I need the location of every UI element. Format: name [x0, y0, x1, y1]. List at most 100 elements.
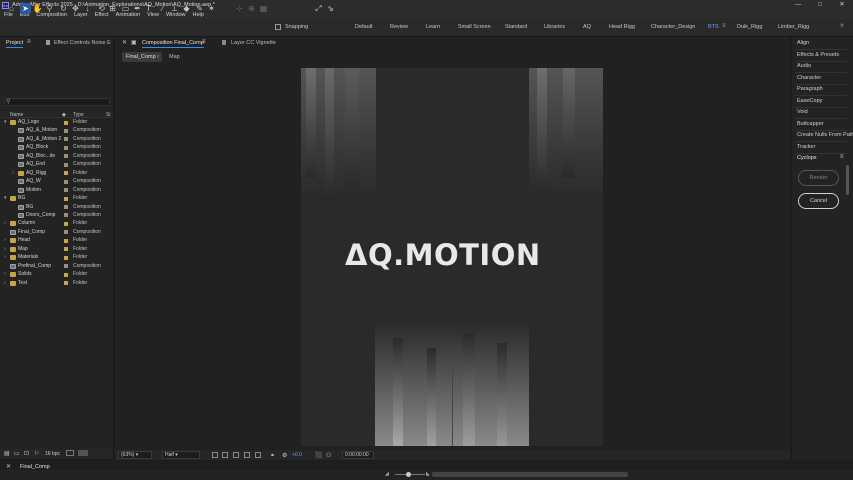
new-comp-icon[interactable]: ⊡: [24, 450, 29, 457]
selection-tool-icon[interactable]: ➤: [20, 3, 31, 14]
collapse-arrow-icon[interactable]: ▾: [4, 119, 7, 125]
panel-item-easecopy[interactable]: EaseCopy: [797, 98, 822, 104]
project-item[interactable]: BG Composition: [0, 204, 113, 212]
cancel-button[interactable]: Cancel: [798, 193, 839, 209]
project-item[interactable]: › Materials Folder: [0, 254, 113, 262]
close-icon[interactable]: ✕: [831, 0, 853, 10]
project-item[interactable]: › Map Folder: [0, 246, 113, 254]
view-axis-icon[interactable]: ▦: [258, 3, 269, 14]
mask-visibility-icon[interactable]: [233, 452, 239, 458]
column-type[interactable]: Type: [73, 112, 84, 118]
project-panel-menu-icon[interactable]: ≡: [27, 39, 31, 45]
world-axis-icon[interactable]: ⊕: [246, 3, 257, 14]
zoom-in-icon[interactable]: ◣: [426, 471, 430, 477]
zoom-out-icon[interactable]: ◢: [385, 471, 389, 477]
project-item[interactable]: ▾ AQ_Logo Folder: [0, 119, 113, 127]
expand-arrow-icon[interactable]: ›: [12, 170, 14, 176]
project-item[interactable]: › Column Folder: [0, 220, 113, 228]
panel-item-effects-presets[interactable]: Effects & Presets: [797, 52, 839, 58]
snapshot-camera-icon[interactable]: ⬛: [315, 452, 322, 459]
label-color-swatch[interactable]: [64, 255, 68, 260]
lock-icon[interactable]: [46, 40, 50, 45]
label-color-swatch[interactable]: [64, 281, 68, 286]
workspace-small-screen[interactable]: Small Screen: [458, 24, 491, 30]
brush-tool-icon[interactable]: ∕: [157, 3, 168, 14]
rotate-tool-icon[interactable]: ⟲: [96, 3, 107, 14]
panel-item-paragraph[interactable]: Paragraph: [797, 86, 823, 92]
label-color-swatch[interactable]: [64, 196, 68, 201]
column-name[interactable]: Name: [10, 112, 23, 118]
roto-brush-tool-icon[interactable]: ✎: [194, 3, 205, 14]
render-button[interactable]: Render: [798, 170, 839, 186]
minimize-icon[interactable]: —: [787, 0, 809, 10]
expand-arrow-icon[interactable]: ›: [4, 220, 6, 226]
timecode-display[interactable]: 0:00:00:00: [342, 451, 374, 459]
project-item[interactable]: AQ_End Composition: [0, 161, 113, 169]
magnification-select[interactable]: (63%) ▾: [118, 451, 152, 459]
label-color-swatch[interactable]: [64, 188, 68, 193]
workspace-menu-icon[interactable]: ≡: [722, 23, 726, 29]
local-axis-icon[interactable]: ⊹: [234, 3, 245, 14]
lock-layer-icon[interactable]: [222, 40, 226, 45]
delete-icon[interactable]: [78, 450, 88, 456]
project-item[interactable]: › Text Folder: [0, 280, 113, 288]
comp-flow-map[interactable]: Map: [169, 54, 180, 60]
panel-item-tracker[interactable]: Tracker: [797, 144, 815, 150]
column-size[interactable]: Si: [106, 112, 110, 118]
workspace-standard[interactable]: Standard: [505, 24, 527, 30]
comp-flow-final-comp[interactable]: Final_Comp: [122, 52, 162, 62]
workspace-libraries[interactable]: Libraries: [544, 24, 565, 30]
channel-icon[interactable]: [255, 452, 261, 458]
project-item[interactable]: › Head Folder: [0, 237, 113, 245]
label-color-swatch[interactable]: [64, 128, 68, 133]
label-color-swatch[interactable]: [64, 213, 68, 218]
maximize-icon[interactable]: □: [809, 0, 831, 10]
workspace-learn[interactable]: Learn: [426, 24, 440, 30]
expand-arrow-icon[interactable]: ›: [4, 237, 6, 243]
label-color-swatch[interactable]: [64, 272, 68, 277]
collapse-arrow-icon[interactable]: ▾: [4, 195, 7, 201]
close-tab-icon[interactable]: ✕: [122, 39, 127, 46]
workspace-default[interactable]: Default: [355, 24, 372, 30]
show-snapshot-icon[interactable]: ⚇: [326, 452, 331, 459]
eraser-tool-icon[interactable]: ◆: [181, 3, 192, 14]
pen-tool-icon[interactable]: ✒: [132, 3, 143, 14]
zoom-tool-icon[interactable]: ⚲: [44, 3, 55, 14]
panel-item-character[interactable]: Character: [797, 75, 821, 81]
project-item[interactable]: ▾ BG Folder: [0, 195, 113, 203]
label-color-swatch[interactable]: [64, 264, 68, 269]
new-folder-icon[interactable]: ▭: [14, 450, 20, 457]
resolution-select[interactable]: Half ▾: [162, 451, 200, 459]
snap-extend-icon[interactable]: ⇘: [325, 3, 336, 14]
orbit-tool-icon[interactable]: ↻: [58, 3, 69, 14]
dolly-tool-icon[interactable]: ↓: [82, 3, 93, 14]
timeline-zoom-knob[interactable]: [406, 472, 411, 477]
label-color-swatch[interactable]: [64, 238, 68, 243]
rectangle-tool-icon[interactable]: ▭: [120, 3, 131, 14]
layer-tab[interactable]: Layer CC Vignette: [231, 40, 276, 46]
panel-item-buttcapper[interactable]: Buttcapper: [797, 121, 824, 127]
home-icon[interactable]: ⌂: [6, 3, 17, 14]
label-color-swatch[interactable]: [64, 247, 68, 252]
expand-arrow-icon[interactable]: ›: [4, 254, 6, 260]
label-color-swatch[interactable]: [64, 221, 68, 226]
workspace-character-design[interactable]: Character_Design: [651, 24, 695, 30]
timeline-scrollbar[interactable]: [432, 472, 628, 477]
project-item[interactable]: AQ_Block Composition: [0, 144, 113, 152]
more-workspaces-icon[interactable]: »: [840, 22, 844, 29]
composition-panel-menu-icon[interactable]: ≡: [202, 39, 206, 45]
lock-comp-icon[interactable]: ▣: [131, 39, 137, 46]
label-color-swatch[interactable]: [64, 145, 68, 150]
clone-stamp-tool-icon[interactable]: ⊥: [169, 3, 180, 14]
puppet-pin-tool-icon[interactable]: ✶: [206, 3, 217, 14]
pan-tool-icon[interactable]: ✥: [70, 3, 81, 14]
right-panel-scrollbar[interactable]: [846, 165, 849, 195]
workspace-bts[interactable]: BTS: [708, 24, 719, 30]
color-swatch-icon[interactable]: [66, 450, 74, 456]
panel-item-void[interactable]: Void: [797, 109, 808, 115]
panel-item-create-nulls-from-path[interactable]: Create Nulls From Path: [797, 132, 853, 138]
project-item[interactable]: AQ_Bloc...ite Composition: [0, 153, 113, 161]
panel-item-align[interactable]: Align: [797, 40, 809, 46]
project-item[interactable]: Motion Composition: [0, 187, 113, 195]
label-color-swatch[interactable]: [64, 137, 68, 142]
